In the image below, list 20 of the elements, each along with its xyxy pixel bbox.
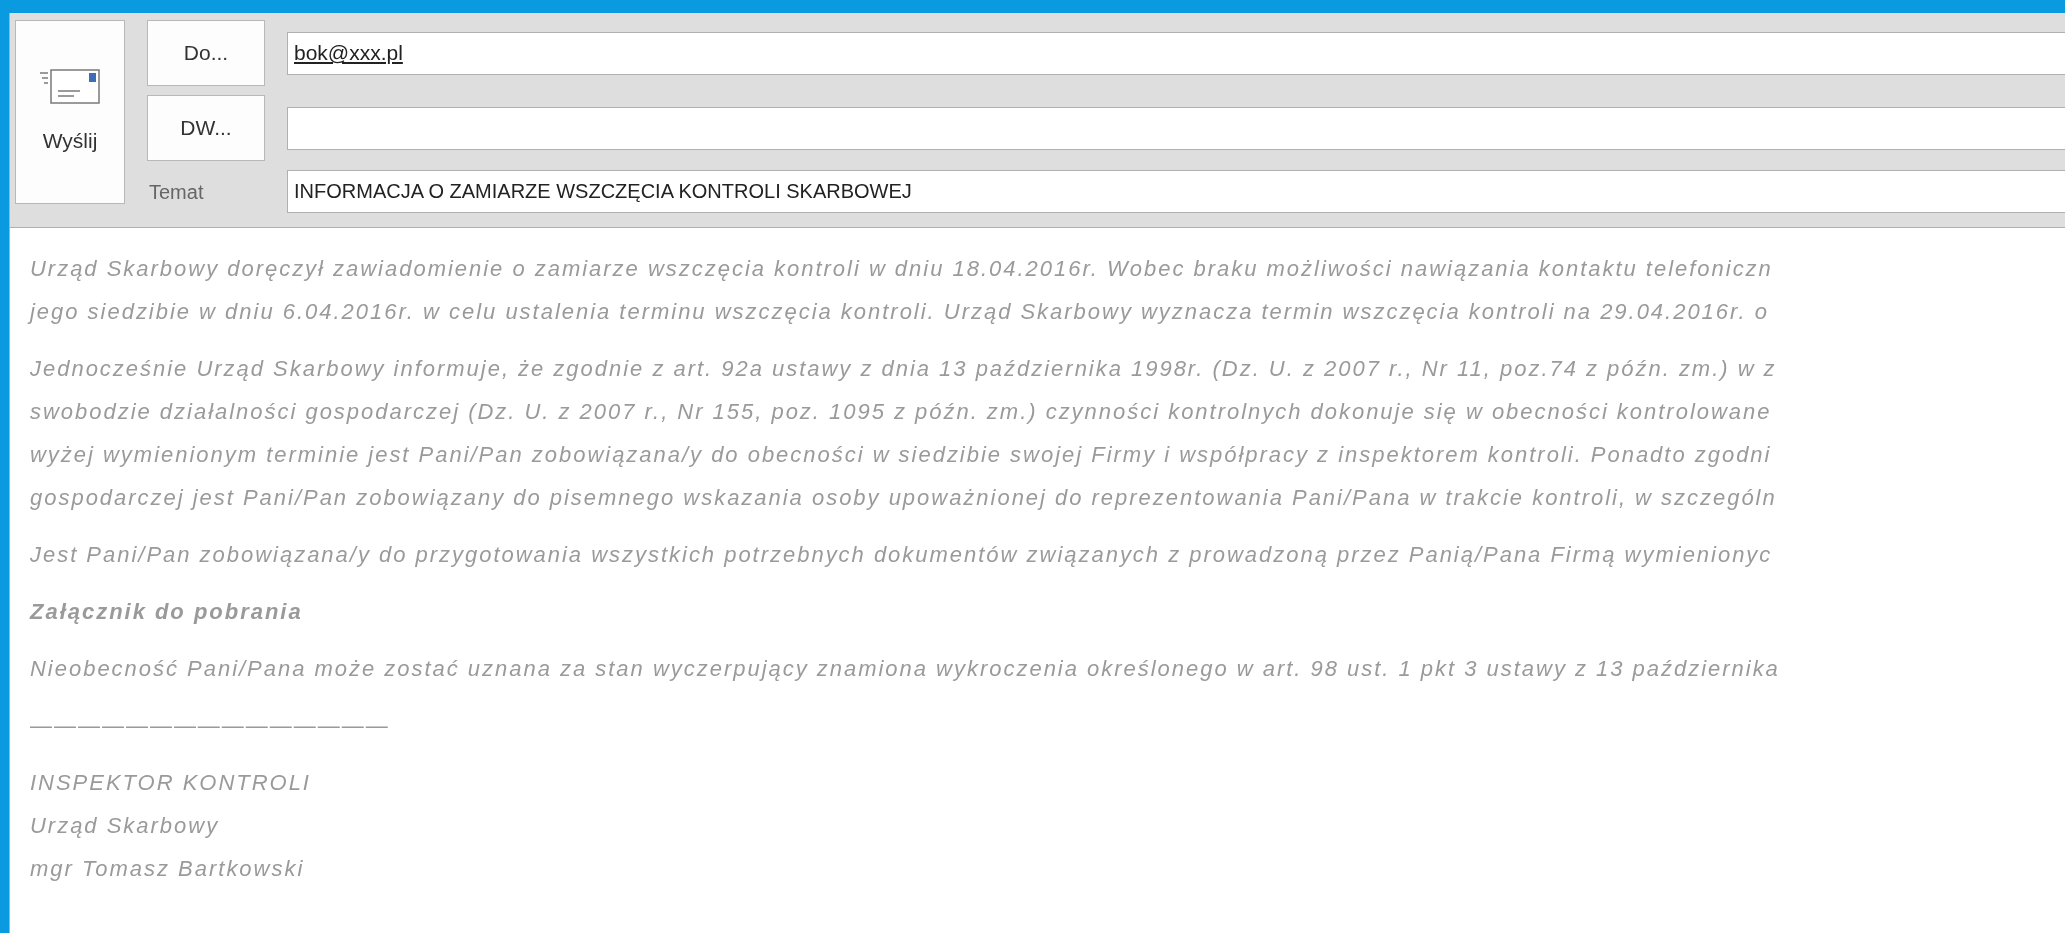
to-button[interactable]: Do... [147,20,265,86]
body-text-line: Nieobecność Pani/Pana może zostać uznana za stan wyczerpujący znamiona wykroczenia określonego w art. 98 ust. 1 pkt 3 ustawy z 13 października [30,655,1780,683]
recipient-link[interactable]: bok@xxx.pl [294,37,403,69]
send-button[interactable]: Wyślij [15,20,125,204]
body-text-line: Jest Pani/Pan zobowiązana/y do przygotowania wszystkich potrzebnych dokumentów związanych z prowadzoną przez Panią/Pana Firmą wymienionyc [30,541,1773,569]
body-text-line: swobodzie działalności gospodarczej (Dz. U. z 2007 r., Nr 155, poz. 1095 z późn. zm.) czynności kontrolnych dokonuje się w obecności kontrolowane [30,398,1772,426]
subject-label: Temat [148,179,205,205]
body-text-line: Jednocześnie Urząd Skarbowy informuje, że zgodnie z art. 92a ustawy z dnia 13 października 1998r. (Dz. U. z 2007 r., Nr 11, poz.74 z późn. zm.) w z [30,355,1777,383]
cc-field[interactable] [287,106,2065,150]
separator-text: ——————————————— [30,712,390,740]
attachment-heading: Załącznik do pobrania [30,598,303,626]
signature-line: mgr Tomasz Bartkowski [30,855,305,883]
body-text-line: Urząd Skarbowy doręczył zawiadomienie o zamiarze wszczęcia kontroli w dniu 18.04.2016r. Wobec braku możliwości nawiązania kontaktu telefoniczn [30,255,1773,283]
signature-line: Urząd Skarbowy [30,812,220,840]
body-text-line: gospodarczej jest Pani/Pan zobowiązany do pisemnego wskazania osoby upoważnionej do reprezentowania Pani/Pana w trakcie kontroli, w szczególn [30,484,1777,512]
cc-button[interactable]: DW... [147,95,265,161]
to-field[interactable]: bok@xxx.pl [287,31,2065,75]
subject-field[interactable]: INFORMACJA O ZAMIARZE WSZCZĘCIA KONTROLI SKARBOWEJ [287,170,2065,213]
body-text-line: wyżej wymienionym terminie jest Pani/Pan zobowiązana/y do obecności w siedzibie swojej Firmy i współpracy z inspektorem kontroli. Ponadto zgodni [30,441,1772,469]
signature-line: INSPEKTOR KONTROLI [30,769,311,797]
